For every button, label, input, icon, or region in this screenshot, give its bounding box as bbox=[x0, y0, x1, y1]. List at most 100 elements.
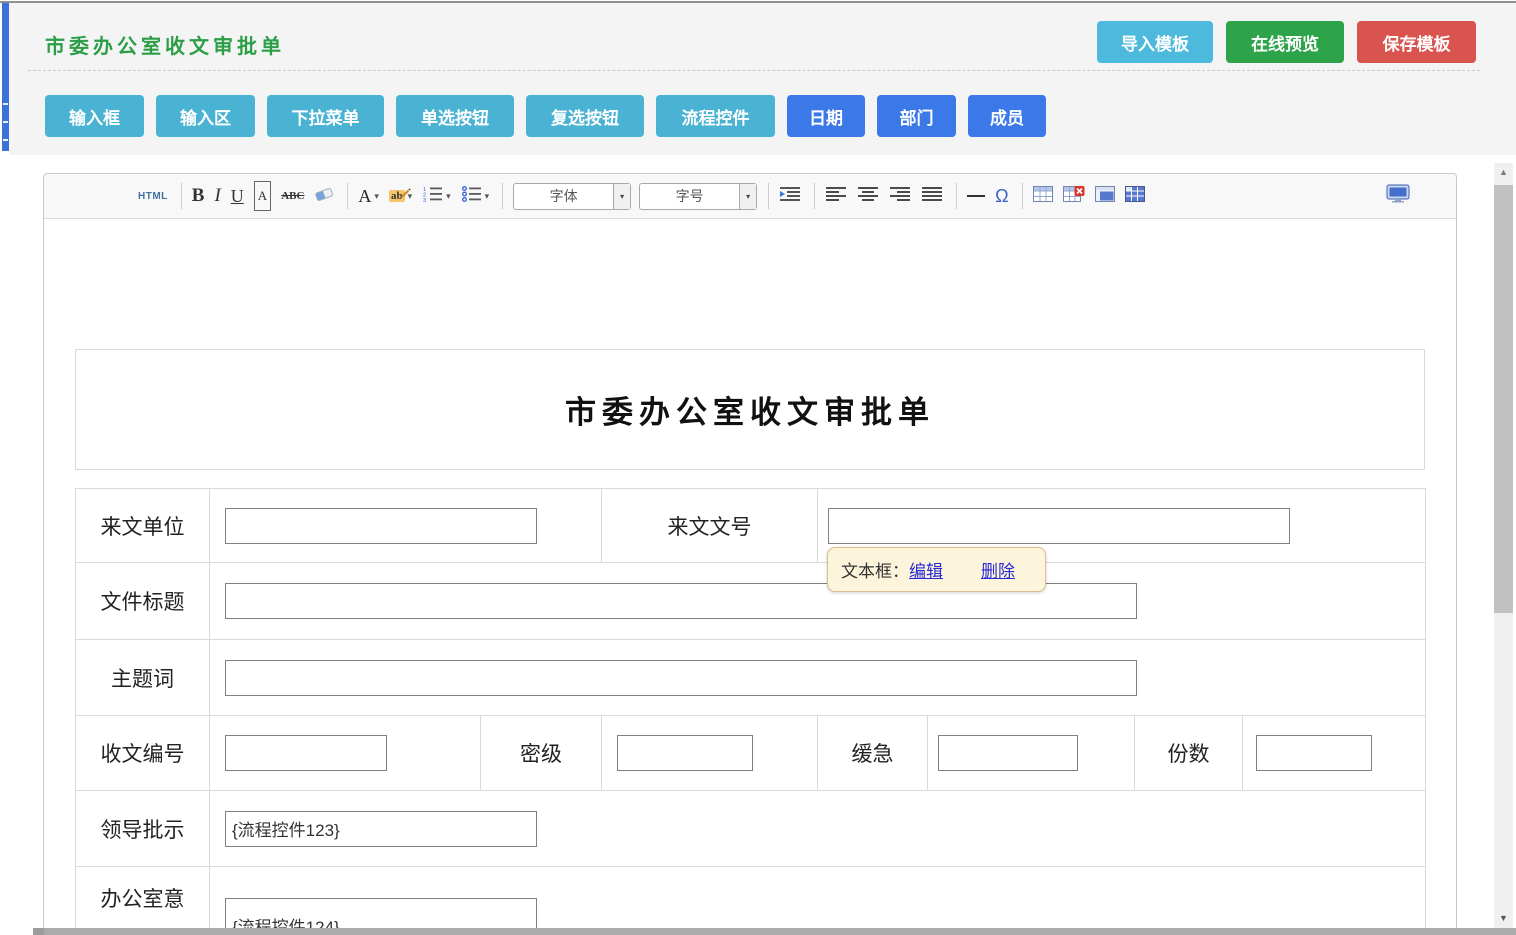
subject-input[interactable] bbox=[225, 660, 1137, 696]
source-unit-input[interactable] bbox=[225, 508, 537, 544]
doc-title-label: 文件标题 bbox=[76, 563, 210, 640]
scrollbar-thumb[interactable] bbox=[1494, 185, 1513, 613]
receive-number-label: 收文编号 bbox=[76, 716, 210, 791]
widget-flow-control-button[interactable]: 流程控件 bbox=[656, 95, 775, 137]
widget-department-button[interactable]: 部门 bbox=[877, 95, 956, 137]
scroll-down-icon[interactable]: ▼ bbox=[1494, 909, 1513, 926]
font-color-button[interactable]: A ▾ bbox=[358, 181, 379, 211]
justify-button[interactable] bbox=[921, 181, 943, 211]
align-right-button[interactable] bbox=[889, 181, 911, 211]
underline-button[interactable]: U bbox=[231, 181, 244, 211]
widget-member-button[interactable]: 成员 bbox=[968, 95, 1046, 137]
insert-table-button[interactable] bbox=[1033, 181, 1053, 211]
bold-button[interactable]: B bbox=[192, 181, 205, 211]
toolbar-separator bbox=[1022, 183, 1023, 209]
monitor-icon bbox=[1386, 184, 1410, 208]
table-row: 收文编号 密级 缓急 份数 bbox=[76, 716, 1426, 791]
widget-date-button[interactable]: 日期 bbox=[787, 95, 865, 137]
widget-radio-button[interactable]: 单选按钮 bbox=[396, 95, 514, 137]
copies-label: 份数 bbox=[1135, 716, 1243, 791]
chevron-down-icon: ▾ bbox=[613, 184, 630, 209]
urgency-input[interactable] bbox=[938, 735, 1078, 771]
online-preview-button[interactable]: 在线预览 bbox=[1226, 21, 1344, 63]
doc-number-input[interactable] bbox=[828, 508, 1290, 544]
highlight-icon: ab bbox=[389, 190, 405, 202]
import-template-button[interactable]: 导入模板 bbox=[1097, 21, 1213, 63]
font-size-value: 字号 bbox=[640, 184, 739, 209]
font-style-button[interactable]: A bbox=[254, 181, 271, 211]
document-title: 市委办公室收文审批单 bbox=[75, 349, 1425, 470]
italic-button[interactable]: I bbox=[214, 181, 220, 211]
bullet-list-icon bbox=[461, 185, 482, 208]
font-family-value: 字体 bbox=[514, 184, 613, 209]
table-icon bbox=[1033, 186, 1053, 207]
clipped-glyph bbox=[3, 139, 8, 141]
save-template-button[interactable]: 保存模板 bbox=[1357, 21, 1476, 63]
toolbar-separator bbox=[347, 183, 348, 209]
delete-table-button[interactable] bbox=[1063, 181, 1085, 211]
scroll-up-icon[interactable]: ▲ bbox=[1494, 163, 1513, 180]
font-family-select[interactable]: 字体 ▾ bbox=[513, 183, 631, 210]
widget-dropdown-button[interactable]: 下拉菜单 bbox=[267, 95, 384, 137]
clipped-glyph bbox=[3, 103, 8, 105]
align-center-button[interactable] bbox=[857, 181, 879, 211]
leader-remarks-input[interactable] bbox=[225, 811, 537, 847]
align-left-icon bbox=[825, 186, 847, 207]
toolbar-separator bbox=[956, 183, 957, 209]
secrecy-label: 密级 bbox=[481, 716, 602, 791]
chevron-down-icon: ▾ bbox=[485, 191, 490, 202]
align-left-button[interactable] bbox=[825, 181, 847, 211]
table-properties-button[interactable] bbox=[1095, 181, 1115, 211]
cell-properties-icon bbox=[1125, 186, 1145, 207]
edit-field-link[interactable]: 编辑 bbox=[909, 557, 943, 582]
source-code-button[interactable]: HTML bbox=[138, 181, 168, 211]
toolbar-separator bbox=[768, 183, 769, 209]
bullet-list-button[interactable]: ▾ bbox=[461, 181, 490, 211]
page-title: 市委办公室收文审批单 bbox=[45, 30, 285, 59]
font-size-select[interactable]: 字号 ▾ bbox=[639, 183, 757, 210]
clipped-glyph bbox=[3, 121, 8, 123]
remove-format-button[interactable] bbox=[314, 181, 334, 211]
widget-checkbox-button[interactable]: 复选按钮 bbox=[526, 95, 644, 137]
widget-textarea-button[interactable]: 输入区 bbox=[156, 95, 255, 137]
copies-input[interactable] bbox=[1256, 735, 1372, 771]
chevron-down-icon: ▾ bbox=[739, 184, 756, 209]
template-actions: 导入模板 在线预览 保存模板 bbox=[1097, 21, 1476, 63]
secrecy-input[interactable] bbox=[617, 735, 753, 771]
source-unit-label: 来文单位 bbox=[76, 489, 210, 563]
leader-remarks-label: 领导批示 bbox=[76, 791, 210, 867]
toolbar-separator bbox=[181, 183, 182, 209]
toolbar-separator bbox=[814, 183, 815, 209]
fullscreen-button[interactable] bbox=[1386, 181, 1410, 211]
table-row: 领导批示 bbox=[76, 791, 1426, 867]
table-row: 办公室意 bbox=[76, 867, 1426, 935]
widget-button-row: 输入框 输入区 下拉菜单 单选按钮 复选按钮 流程控件 日期 部门 成员 bbox=[45, 95, 1058, 137]
strikethrough-button[interactable]: ABC bbox=[281, 181, 304, 211]
highlight-color-button[interactable]: ab ▾ bbox=[389, 181, 412, 211]
widget-input-box-button[interactable]: 输入框 bbox=[45, 95, 144, 137]
horizontal-rule-button[interactable] bbox=[967, 181, 985, 211]
cell-properties-button[interactable] bbox=[1125, 181, 1145, 211]
table-properties-icon bbox=[1095, 186, 1115, 207]
horizontal-rule-icon bbox=[967, 195, 985, 197]
receive-number-input[interactable] bbox=[225, 735, 387, 771]
indent-button[interactable] bbox=[779, 181, 801, 211]
indent-icon bbox=[779, 186, 801, 207]
delete-table-icon bbox=[1063, 186, 1085, 207]
special-char-button[interactable]: Ω bbox=[995, 181, 1008, 211]
office-opinion-label: 办公室意 bbox=[76, 867, 210, 935]
delete-field-link[interactable]: 删除 bbox=[981, 557, 1015, 582]
chevron-down-icon: ▾ bbox=[446, 191, 451, 202]
justify-icon bbox=[921, 186, 943, 207]
chevron-down-icon: ▾ bbox=[374, 191, 379, 202]
tooltip-label: 文本框： bbox=[841, 557, 909, 582]
urgency-label: 缓急 bbox=[818, 716, 928, 791]
approval-form-table: 来文单位 来文文号 文件标题 主题词 收文编号 密级 缓急 份数 领导批示 办公… bbox=[75, 488, 1426, 935]
table-row: 主题词 bbox=[76, 640, 1426, 716]
horizontal-scrollbar[interactable] bbox=[44, 928, 1516, 935]
clipped-sidebar-edge bbox=[2, 3, 9, 151]
vertical-scrollbar[interactable]: ▲ ▼ bbox=[1494, 163, 1513, 928]
ordered-list-button[interactable]: 123 ▾ bbox=[422, 181, 451, 211]
align-right-icon bbox=[889, 186, 911, 207]
svg-text:3: 3 bbox=[423, 198, 426, 203]
